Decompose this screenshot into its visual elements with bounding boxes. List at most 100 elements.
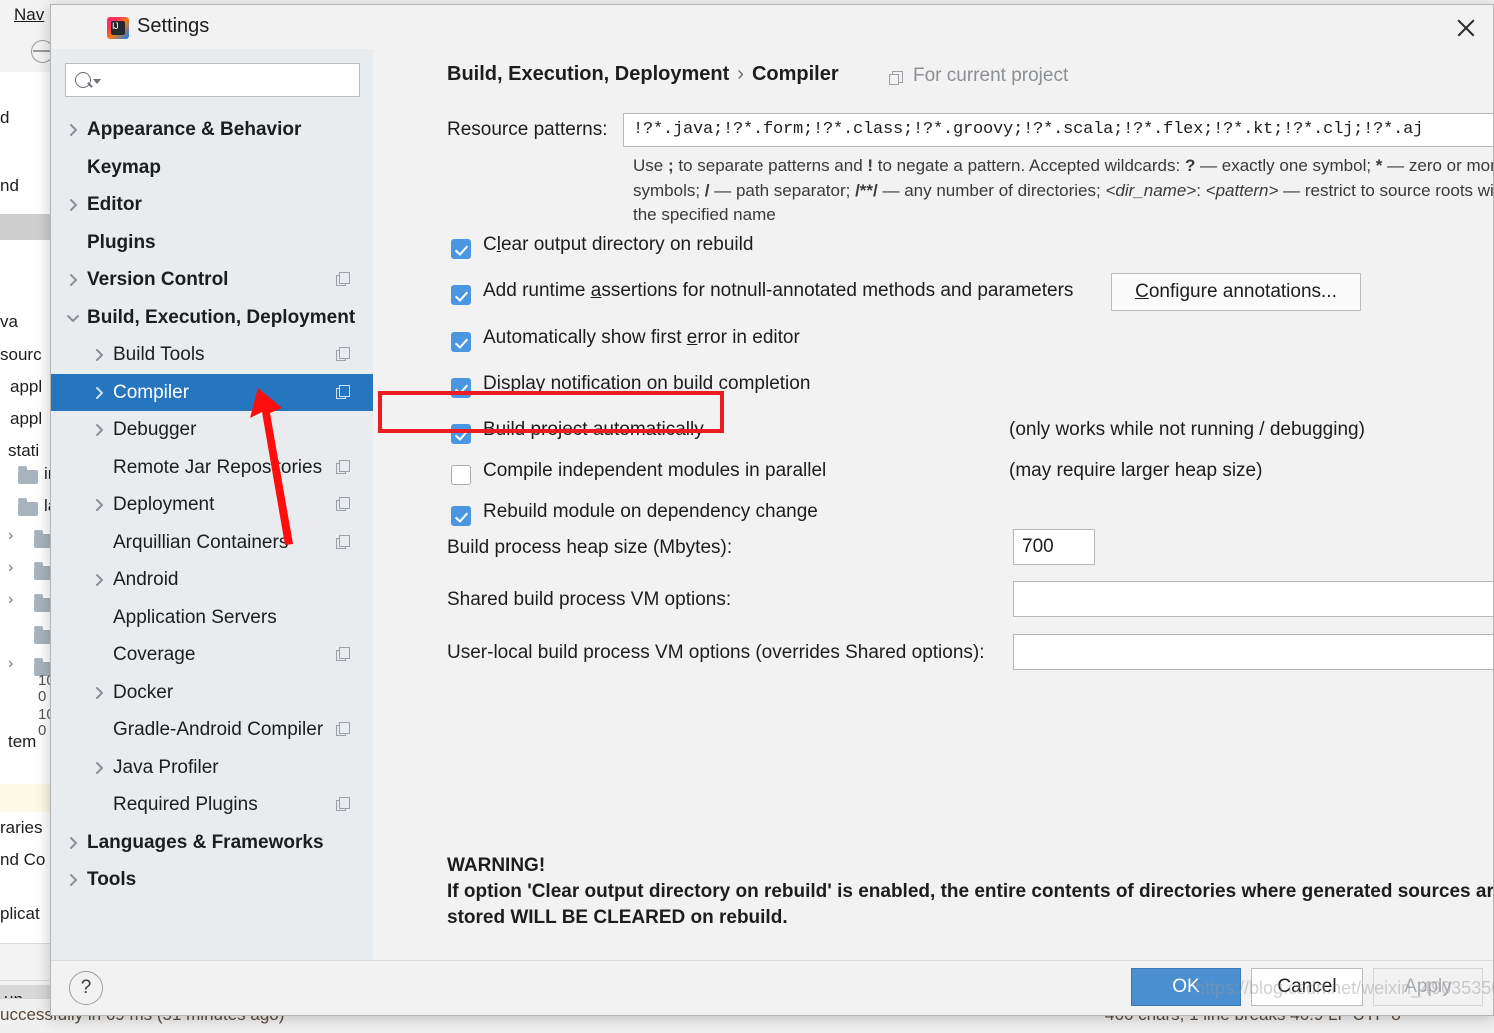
sidebar-item-docker[interactable]: Docker xyxy=(51,674,373,712)
sidebar-item-keymap[interactable]: Keymap xyxy=(51,149,373,187)
sidebar-item-appearance-behavior[interactable]: Appearance & Behavior xyxy=(51,111,373,149)
checkbox-checked-icon[interactable] xyxy=(451,424,471,444)
shared-vm-options-input[interactable] xyxy=(1014,582,1493,616)
search-input[interactable] xyxy=(106,68,350,94)
sidebar-item-android[interactable]: Android xyxy=(51,561,373,599)
warning-line-2: stored WILL BE CLEARED on rebuild. xyxy=(447,907,788,928)
sidebar-item-label: Appearance & Behavior xyxy=(87,119,302,140)
settings-tree: Appearance & Behavior Keymap Editor Plugins… xyxy=(51,111,373,899)
chevron-right-icon[interactable]: › xyxy=(8,655,13,673)
breadcrumb: Build, Execution, Deployment › Compiler xyxy=(447,63,839,86)
sidebar-item-editor[interactable]: Editor xyxy=(51,186,373,224)
warning-title: WARNING! xyxy=(447,855,546,876)
tree-fragment: va xyxy=(0,312,18,331)
label-part: C xyxy=(483,234,497,255)
intellij-idea-icon xyxy=(107,17,129,39)
breadcrumb-current: Compiler xyxy=(751,63,839,85)
sidebar-item-tools[interactable]: Tools xyxy=(51,861,373,899)
checkbox-note: (only works while not running / debuggin… xyxy=(1009,419,1365,440)
label-part: rror in editor xyxy=(697,327,800,348)
userlocal-vm-options-input[interactable] xyxy=(1014,635,1493,669)
shared-vm-options-field[interactable] xyxy=(1013,581,1493,617)
tree-fragment: nd Co xyxy=(0,850,46,869)
accel-char: e xyxy=(686,327,698,348)
tree-fragment: tem xyxy=(8,732,37,751)
sidebar-item-compiler[interactable]: Compiler xyxy=(51,373,373,411)
copy-module-icon xyxy=(336,497,351,512)
close-icon[interactable] xyxy=(1453,15,1479,41)
watermark: https://blog.csdn.net/weixin_49035356 xyxy=(1195,978,1494,998)
tree-fragment: appl xyxy=(10,377,43,396)
sidebar-item-label: Build, Execution, Deployment xyxy=(87,306,356,328)
sidebar-item-remote-jar-repositories[interactable]: Remote Jar Repositories xyxy=(51,449,373,487)
chevron-down-icon[interactable] xyxy=(93,79,101,84)
copy-module-icon xyxy=(336,272,351,287)
tree-fragment: stati xyxy=(8,441,40,460)
sidebar-item-plugins[interactable]: Plugins xyxy=(51,224,373,262)
folder-icon xyxy=(18,498,38,516)
checkbox-label: Add runtime assertions for notnull-annot… xyxy=(483,280,1073,302)
tree-fragment: plicat xyxy=(0,904,40,923)
sidebar-item-application-servers[interactable]: Application Servers xyxy=(51,599,373,637)
tree-fragment: sourc xyxy=(0,345,42,364)
checkbox-checked-icon[interactable] xyxy=(451,285,471,305)
sidebar-item-label: Compiler xyxy=(113,381,190,403)
chevron-right-icon[interactable]: › xyxy=(8,559,13,577)
chevron-right-icon[interactable]: › xyxy=(8,591,13,609)
label-part: Add runtime xyxy=(483,280,591,301)
checkbox-checked-icon[interactable] xyxy=(451,332,471,352)
checkbox-checked-icon[interactable] xyxy=(451,506,471,526)
sidebar-item-label: Debugger xyxy=(113,419,197,440)
checkbox-unchecked-icon[interactable] xyxy=(451,465,471,485)
sidebar-item-gradle-android-compiler[interactable]: Gradle-Android Compiler xyxy=(51,711,373,749)
label-part: Build project automatically xyxy=(483,419,704,440)
checkbox-label: Clear output directory on rebuild xyxy=(483,234,753,256)
sidebar-item-deployment[interactable]: Deployment xyxy=(51,486,373,524)
label-part: Display notification on build completion xyxy=(483,373,811,394)
chevron-right-icon[interactable]: › xyxy=(8,527,13,545)
line-number: 0 xyxy=(38,688,47,705)
shared-vm-options-label: Shared build process VM options: xyxy=(447,589,732,610)
checkbox-checked-icon[interactable] xyxy=(451,378,471,398)
search-icon xyxy=(75,72,91,88)
checkbox-label: Rebuild module on dependency change xyxy=(483,501,818,523)
copy-module-icon xyxy=(336,384,351,400)
dialog-title: Settings xyxy=(137,15,210,37)
heap-size-label: Build process heap size (Mbytes): xyxy=(447,537,733,558)
screen: Nav d nd va sourc appl appl stati in la … xyxy=(0,0,1494,1033)
sidebar-item-java-profiler[interactable]: Java Profiler xyxy=(51,749,373,787)
sidebar-item-arquillian-containers[interactable]: Arquillian Containers xyxy=(51,524,373,562)
sidebar-item-label: Coverage xyxy=(113,644,196,665)
sidebar-item-label: Docker xyxy=(113,681,174,703)
sidebar-item-build-execution-deployment[interactable]: Build, Execution, Deployment xyxy=(51,299,373,337)
sidebar-item-required-plugins[interactable]: Required Plugins xyxy=(51,786,373,824)
sidebar-item-label: Required Plugins xyxy=(113,794,258,815)
sidebar-item-debugger[interactable]: Debugger xyxy=(51,411,373,449)
sidebar-item-label: Keymap xyxy=(87,156,161,178)
sidebar-item-build-tools[interactable]: Build Tools xyxy=(51,336,373,374)
checkbox-note: (may require larger heap size) xyxy=(1009,460,1263,481)
accel-char: a xyxy=(590,280,602,301)
help-button[interactable]: ? xyxy=(69,971,103,1005)
settings-sidebar: Appearance & Behavior Keymap Editor Plugins… xyxy=(51,49,374,961)
line-number: 0 xyxy=(38,722,47,739)
sidebar-item-label: Build Tools xyxy=(113,344,205,365)
sidebar-item-version-control[interactable]: Version Control xyxy=(51,261,373,299)
checkbox-label: Build project automatically xyxy=(483,419,704,441)
configure-annotations-button[interactable]: Configure annotations... xyxy=(1111,273,1361,311)
warning-line-1: If option 'Clear output directory on reb… xyxy=(447,881,1493,902)
resource-patterns-field[interactable]: !?*.java;!?*.form;!?*.class;!?*.groovy;!… xyxy=(623,113,1493,147)
dialog-title-bar: Settings xyxy=(51,5,1493,49)
menu-item-navigate[interactable]: Nav xyxy=(14,5,44,25)
breadcrumb-parent[interactable]: Build, Execution, Deployment xyxy=(447,63,729,85)
heap-size-input[interactable] xyxy=(1014,530,1094,564)
heap-size-field[interactable] xyxy=(1013,529,1095,565)
sidebar-item-coverage[interactable]: Coverage xyxy=(51,636,373,674)
label-part: ssertions for notnull-annotated methods … xyxy=(601,280,1074,301)
checkbox-checked-icon[interactable] xyxy=(451,239,471,259)
sidebar-item-languages-frameworks[interactable]: Languages & Frameworks xyxy=(51,824,373,862)
settings-dialog: Settings Appearance & Behavior Keymap Edit… xyxy=(50,4,1494,1016)
label-part: Automatically show first xyxy=(483,327,687,348)
userlocal-vm-options-field[interactable] xyxy=(1013,634,1493,670)
search-box[interactable] xyxy=(65,63,360,97)
